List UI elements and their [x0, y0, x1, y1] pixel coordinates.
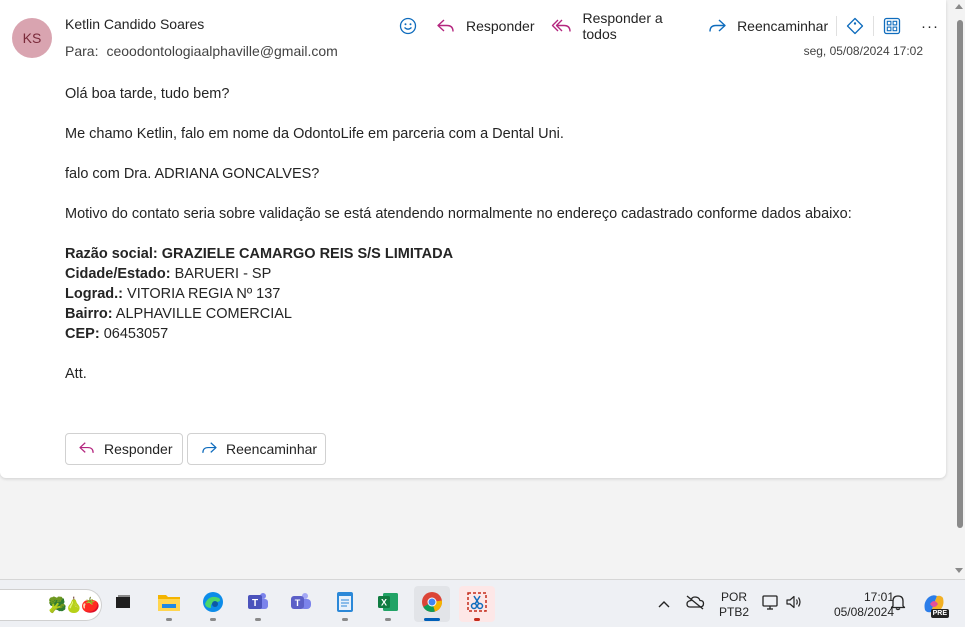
detail-value: GRAZIELE CAMARGO REIS S/S LIMITADA: [161, 246, 454, 262]
detail-label: Bairro:: [65, 306, 113, 322]
message-timestamp: seg, 05/08/2024 17:02: [803, 44, 923, 58]
to-label: Para:: [65, 43, 99, 59]
speaker-icon: [785, 593, 803, 616]
detail-value: 06453057: [103, 326, 169, 342]
recipient-line: Para: ceoodontologiaalphaville@gmail.com: [65, 43, 338, 59]
task-view-button[interactable]: [105, 586, 141, 622]
cloud-offline-icon: [685, 594, 705, 615]
recipient-address[interactable]: ceoodontologiaalphaville@gmail.com: [106, 43, 337, 59]
more-horizontal-icon: ···: [921, 17, 939, 35]
forward-icon: [707, 18, 727, 34]
body-signoff: Att.: [65, 366, 87, 382]
svg-text:X: X: [381, 597, 387, 607]
message-body: Olá boa tarde, tudo bem? Me chamo Ketlin…: [65, 84, 925, 384]
reactions-button[interactable]: [392, 12, 424, 40]
address-details: Razão social: GRAZIELE CAMARGO REIS S/S …: [65, 244, 925, 344]
more-actions-button[interactable]: ···: [914, 12, 946, 40]
taskbar-notepad[interactable]: [327, 586, 363, 622]
detail-value: ALPHAVILLE COMERCIAL: [115, 306, 292, 322]
taskbar-teams[interactable]: T: [283, 586, 319, 622]
forward-action-label: Reencaminhar: [226, 441, 318, 457]
reply-button[interactable]: Responder: [430, 12, 541, 40]
onedrive-status-button[interactable]: [685, 594, 705, 614]
vertical-scrollbar[interactable]: [953, 0, 965, 579]
svg-text:T: T: [252, 598, 258, 609]
forward-button[interactable]: Reencaminhar: [701, 12, 834, 40]
reply-all-icon: [551, 18, 573, 34]
scroll-down-arrow-icon[interactable]: [955, 568, 963, 573]
forward-icon: [200, 441, 218, 458]
taskbar-snipping-tool[interactable]: [459, 586, 495, 622]
grid-apps-icon: [883, 17, 901, 35]
system-clock[interactable]: 17:01 05/08/2024: [812, 590, 894, 620]
body-intro: Me chamo Ketlin, falo em nome da OdontoL…: [65, 126, 564, 142]
task-view-icon: [113, 592, 133, 617]
forward-action-button[interactable]: Reencaminhar: [187, 433, 326, 465]
network-monitor-icon: [761, 593, 779, 616]
reading-pane: KS Ketlin Candido Soares Para: ceoodontol…: [0, 0, 946, 478]
clock-date: 05/08/2024: [833, 605, 894, 619]
reply-action-button[interactable]: Responder: [65, 433, 183, 465]
tag-button[interactable]: [839, 12, 871, 40]
toolbar-divider: [836, 16, 838, 36]
detail-label: Razão social:: [65, 246, 158, 262]
taskbar-chrome[interactable]: [414, 586, 450, 622]
detail-label: Cidade/Estado:: [65, 266, 171, 282]
svg-text:T: T: [295, 598, 301, 608]
edge-icon: [201, 590, 225, 619]
teams-icon: T: [289, 590, 313, 619]
reply-all-button[interactable]: Responder a todos: [545, 10, 698, 42]
body-greeting: Olá boa tarde, tudo bem?: [65, 86, 230, 102]
taskbar-excel[interactable]: X: [370, 586, 406, 622]
reply-icon: [78, 441, 96, 458]
detail-line: CEP: 06453057: [65, 324, 925, 344]
detail-line: Lograd.: VITORIA REGIA Nº 137: [65, 284, 925, 304]
toolbar-divider: [873, 16, 874, 36]
copilot-button[interactable]: PRE: [920, 590, 949, 618]
smiley-icon: [399, 17, 417, 35]
detail-line: Cidade/Estado: BARUERI - SP: [65, 264, 925, 284]
search-highlight-icon: 🥦🍐🍅: [48, 597, 100, 614]
teams-classic-icon: T: [246, 590, 270, 619]
volume-button[interactable]: [784, 594, 804, 614]
message-toolbar: Responder Responder a todos Reencaminhar: [392, 10, 946, 42]
snipping-tool-icon: [466, 591, 488, 618]
reply-action-label: Responder: [104, 441, 173, 457]
taskbar-file-explorer[interactable]: [151, 586, 187, 622]
scroll-thumb[interactable]: [957, 20, 963, 528]
taskbar-edge[interactable]: [195, 586, 231, 622]
reply-all-label: Responder a todos: [582, 10, 663, 42]
chrome-icon: [420, 590, 444, 619]
copilot-preview-badge: PRE: [930, 609, 949, 618]
notepad-icon: [334, 590, 356, 619]
clock-time: 17:01: [863, 590, 894, 604]
input-language-indicator[interactable]: POR PTB2: [715, 590, 753, 620]
tag-icon: [846, 17, 864, 35]
detail-line: Razão social: GRAZIELE CAMARGO REIS S/S …: [65, 244, 925, 264]
taskbar-search-box[interactable]: 🥦🍐🍅: [0, 589, 102, 621]
apps-button[interactable]: [876, 12, 908, 40]
chevron-up-icon: [658, 595, 670, 613]
reply-label: Responder: [466, 18, 535, 34]
show-hidden-icons-button[interactable]: [654, 594, 674, 614]
scroll-up-arrow-icon[interactable]: [955, 4, 963, 9]
detail-line: Bairro: ALPHAVILLE COMERCIAL: [65, 304, 925, 324]
sender-avatar[interactable]: KS: [12, 18, 52, 58]
copilot-icon: PRE: [921, 592, 949, 618]
network-button[interactable]: [760, 594, 780, 614]
reply-icon: [436, 18, 456, 34]
excel-icon: X: [376, 590, 400, 619]
sender-name[interactable]: Ketlin Candido Soares: [65, 16, 204, 32]
detail-value: VITORIA REGIA Nº 137: [127, 286, 281, 302]
keyboard-layout: PTB2: [718, 605, 749, 619]
detail-value: BARUERI - SP: [174, 266, 272, 282]
body-motive: Motivo do contato seria sobre validação …: [65, 206, 852, 222]
detail-label: CEP:: [65, 326, 100, 342]
body-ask: falo com Dra. ADRIANA GONCALVES?: [65, 166, 320, 182]
file-explorer-icon: [157, 591, 181, 618]
taskbar-teams-classic[interactable]: T: [240, 586, 276, 622]
language-code: POR: [720, 590, 747, 604]
forward-label: Reencaminhar: [737, 18, 829, 34]
detail-label: Lograd.:: [65, 286, 123, 302]
